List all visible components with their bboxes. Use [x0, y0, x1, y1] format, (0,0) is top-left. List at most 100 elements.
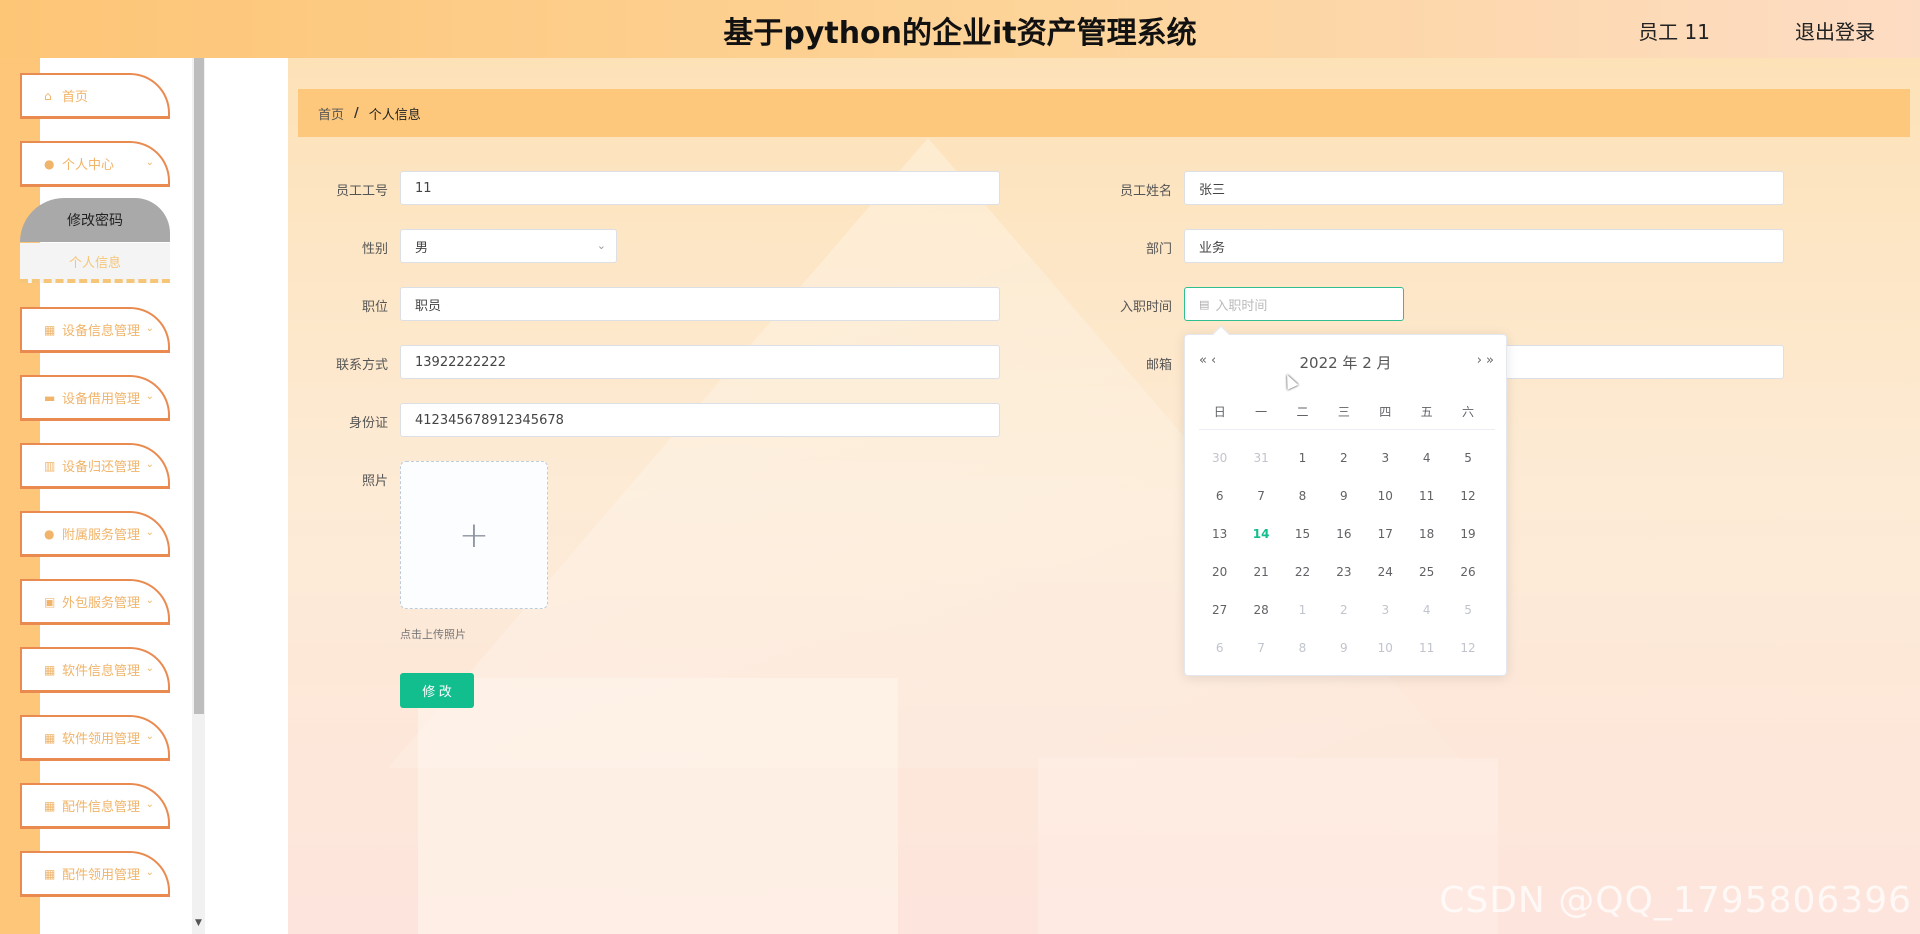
picker-week-row: 6 7 8 9 10 11 12: [1199, 477, 1495, 515]
sidebar-item-parts-claim[interactable]: ▦ 配件领用管理 ⌄: [20, 851, 170, 897]
picker-day[interactable]: 5: [1447, 603, 1488, 617]
user-name[interactable]: 员工 11: [1638, 16, 1710, 45]
background-block: [418, 678, 898, 934]
picker-day[interactable]: 8: [1282, 489, 1323, 503]
breadcrumb-current: 个人信息: [368, 107, 421, 123]
sidebar-item-software-info[interactable]: ▦ 软件信息管理 ⌄: [20, 647, 170, 693]
gender-select[interactable]: 男 ⌄: [400, 229, 617, 263]
picker-day[interactable]: 1: [1282, 451, 1323, 465]
picker-day[interactable]: 31: [1240, 451, 1281, 465]
sidebar-item-auxiliary-service[interactable]: ● 附属服务管理 ⌄: [20, 511, 170, 557]
user-icon: ●: [44, 526, 55, 541]
chevron-down-icon: ⌄: [145, 595, 154, 606]
picker-day[interactable]: 10: [1365, 641, 1406, 655]
picker-day[interactable]: 1: [1282, 603, 1323, 617]
breadcrumb: 首页 / 个人信息: [298, 89, 1910, 137]
sidebar-item-label: 软件信息管理: [62, 664, 141, 679]
watermark: CSDN @QQ_1795806396: [1439, 880, 1912, 921]
photo-label: 照片: [361, 474, 388, 489]
submit-button[interactable]: 修 改: [400, 673, 474, 708]
picker-day[interactable]: 19: [1447, 527, 1488, 541]
sidebar-item-device-info[interactable]: ▦ 设备信息管理 ⌄: [20, 307, 170, 353]
picker-day[interactable]: 10: [1365, 489, 1406, 503]
picker-week-row: 13 14 15 16 17 18 19: [1199, 515, 1495, 553]
sidebar-item-software-claim[interactable]: ▦ 软件领用管理 ⌄: [20, 715, 170, 761]
sidebar-item-label: 外包服务管理: [62, 596, 141, 611]
chevron-down-icon: ⌄: [145, 663, 154, 674]
picker-day[interactable]: 2: [1323, 451, 1364, 465]
submenu-change-password[interactable]: 修改密码: [20, 198, 170, 242]
chevron-right-icon[interactable]: ›: [1477, 353, 1482, 368]
picker-day[interactable]: 20: [1199, 565, 1240, 579]
picker-day[interactable]: 6: [1199, 641, 1240, 655]
chart-icon: ▥: [44, 458, 56, 473]
picker-day[interactable]: 17: [1365, 527, 1406, 541]
picker-day[interactable]: 5: [1447, 451, 1488, 465]
picker-day[interactable]: 22: [1282, 565, 1323, 579]
sidebar-item-home[interactable]: ⌂ 首页: [20, 73, 170, 119]
double-chevron-right-icon[interactable]: »: [1486, 353, 1494, 368]
scroll-down-icon[interactable]: ▼: [193, 918, 204, 930]
sidebar-item-label: 配件领用管理: [62, 868, 141, 883]
picker-day[interactable]: 4: [1406, 603, 1447, 617]
picker-day[interactable]: 16: [1323, 527, 1364, 541]
grid-icon: ▦: [44, 662, 56, 677]
picker-day[interactable]: 25: [1406, 565, 1447, 579]
chevron-down-icon: ⌄: [145, 157, 154, 168]
chevron-down-icon: ⌄: [596, 239, 606, 252]
picker-week-row: 20 21 22 23 24 25 26: [1199, 553, 1495, 591]
picker-day[interactable]: 28: [1240, 603, 1281, 617]
gender-value: 男: [415, 240, 429, 256]
id-card-input[interactable]: 412345678912345678: [400, 403, 1000, 437]
picker-day[interactable]: 3: [1365, 451, 1406, 465]
date-picker: « ‹ 2022 年 2 月 › » 日一二三四五六 30 31 1 2 3 4 5 6 7 8 9…: [1184, 325, 1507, 676]
id-card-label: 身份证: [348, 416, 388, 431]
picker-day[interactable]: 9: [1323, 641, 1364, 655]
picker-day[interactable]: 30: [1199, 451, 1240, 465]
sidebar-scrollbar-thumb[interactable]: [194, 58, 204, 714]
picker-day[interactable]: 11: [1406, 641, 1447, 655]
picker-day[interactable]: 18: [1406, 527, 1447, 541]
sidebar-item-device-return[interactable]: ▥ 设备归还管理 ⌄: [20, 443, 170, 489]
picker-day[interactable]: 2: [1323, 603, 1364, 617]
hire-date-input[interactable]: ▤ 入职时间: [1184, 287, 1404, 321]
chevron-down-icon: ⌄: [145, 391, 154, 402]
emp-no-input[interactable]: 11: [400, 171, 1000, 205]
picker-day-today[interactable]: 14: [1240, 527, 1281, 541]
picker-day[interactable]: 11: [1406, 489, 1447, 503]
picker-day[interactable]: 15: [1282, 527, 1323, 541]
picker-day[interactable]: 8: [1282, 641, 1323, 655]
picker-day[interactable]: 3: [1365, 603, 1406, 617]
sidebar-item-parts-info[interactable]: ▦ 配件信息管理 ⌄: [20, 783, 170, 829]
picker-day[interactable]: 6: [1199, 489, 1240, 503]
emp-name-input[interactable]: 张三: [1184, 171, 1784, 205]
grid-icon: ▦: [44, 866, 56, 881]
chevron-down-icon: ⌄: [145, 867, 154, 878]
picker-day[interactable]: 7: [1240, 489, 1281, 503]
submenu-personal-info[interactable]: 个人信息: [20, 243, 170, 283]
picker-day[interactable]: 4: [1406, 451, 1447, 465]
picker-day[interactable]: 23: [1323, 565, 1364, 579]
dept-input[interactable]: 业务: [1184, 229, 1784, 263]
emp-name-label: 员工姓名: [1119, 184, 1172, 199]
emp-no-label: 员工工号: [335, 184, 388, 199]
picker-day[interactable]: 21: [1240, 565, 1281, 579]
sidebar-item-label: 配件信息管理: [62, 800, 141, 815]
breadcrumb-home[interactable]: 首页: [318, 104, 344, 123]
picker-day[interactable]: 12: [1447, 489, 1488, 503]
picker-day[interactable]: 24: [1365, 565, 1406, 579]
picker-day[interactable]: 9: [1323, 489, 1364, 503]
picker-day[interactable]: 7: [1240, 641, 1281, 655]
position-input[interactable]: 职员: [400, 287, 1000, 321]
logout-link[interactable]: 退出登录: [1795, 16, 1875, 45]
picker-month-label[interactable]: 2022 年 2 月: [1185, 352, 1506, 373]
sidebar-item-personal-center[interactable]: ● 个人中心 ⌄: [20, 141, 170, 187]
phone-input[interactable]: 13922222222: [400, 345, 1000, 379]
sidebar-item-device-borrow[interactable]: ▬ 设备借用管理 ⌄: [20, 375, 170, 421]
picker-day[interactable]: 13: [1199, 527, 1240, 541]
photo-upload[interactable]: +: [400, 461, 548, 609]
picker-day[interactable]: 12: [1447, 641, 1488, 655]
sidebar-item-outsourcing[interactable]: ▣ 外包服务管理 ⌄: [20, 579, 170, 625]
picker-day[interactable]: 26: [1447, 565, 1488, 579]
picker-day[interactable]: 27: [1199, 603, 1240, 617]
